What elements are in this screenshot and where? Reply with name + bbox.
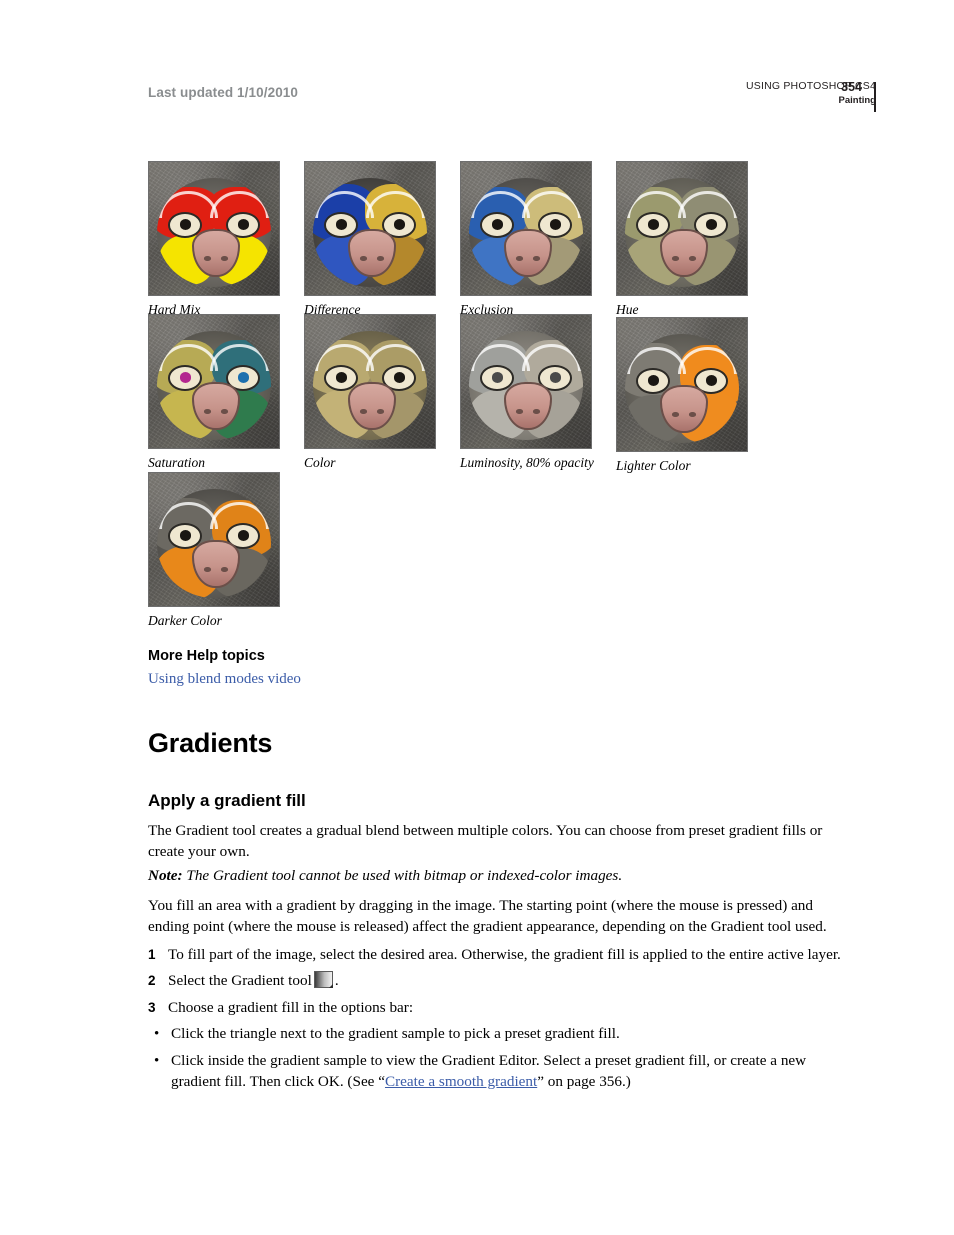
step-text-after: .	[334, 972, 339, 989]
figure-lighter-color: Lighter Color	[616, 317, 748, 474]
step-number: 1	[148, 947, 156, 962]
step-2: 2 Select the Gradient tool.	[148, 971, 842, 992]
note-paragraph: Note: The Gradient tool cannot be used w…	[148, 866, 842, 887]
figure-difference: Difference	[304, 161, 436, 318]
paragraph-2: You fill an area with a gradient by drag…	[148, 897, 827, 935]
figure-image	[304, 161, 436, 296]
section-heading-gradients: Gradients	[148, 728, 273, 758]
note-text: The Gradient tool cannot be used with bi…	[186, 867, 623, 884]
bullet-marker: •	[154, 1053, 160, 1069]
figure-image	[148, 314, 280, 449]
doc-section: Painting	[838, 95, 876, 106]
bullet-text: Click the triangle next to the gradient …	[171, 1025, 620, 1042]
figure-caption: Hue	[616, 302, 639, 317]
note-label: Note:	[148, 867, 183, 884]
step-number: 2	[148, 973, 156, 988]
subsection-heading-apply-gradient-fill: Apply a gradient fill	[148, 791, 306, 810]
figure-image	[148, 472, 280, 607]
cross-reference-link[interactable]: Create a smooth gradient	[385, 1073, 537, 1090]
figure-hard-mix: Hard Mix	[148, 161, 280, 318]
step-text-before: Select the Gradient tool	[168, 972, 312, 989]
figure-color: Color	[304, 314, 436, 471]
figure-caption: Luminosity, 80% opacity	[460, 455, 594, 470]
step-text: Choose a gradient fill in the options ba…	[168, 999, 414, 1016]
bullet-1: • Click the triangle next to the gradien…	[151, 1024, 845, 1045]
figure-image	[460, 161, 592, 296]
step-text: To fill part of the image, select the de…	[168, 946, 841, 963]
figure-saturation: Saturation	[148, 314, 280, 471]
more-help-topics-heading: More Help topics	[148, 648, 265, 664]
figure-darker-color: Darker Color	[148, 472, 280, 629]
figure-luminosity: Luminosity, 80% opacity	[460, 314, 594, 471]
figure-caption: Color	[304, 455, 336, 470]
figure-caption: Saturation	[148, 455, 206, 470]
figure-image	[460, 314, 592, 449]
figure-caption: Lighter Color	[616, 458, 691, 473]
step-number: 3	[148, 1000, 156, 1015]
document-page: Last updated 1/10/2010 USING PHOTOSHOP C…	[0, 0, 954, 1235]
bullet-marker: •	[154, 1026, 160, 1042]
figure-image	[304, 314, 436, 449]
bullet-text: Click inside the gradient sample to view…	[171, 1051, 843, 1092]
figure-image	[616, 161, 748, 296]
figure-caption: Darker Color	[148, 613, 222, 628]
bullet-text-after: ” on page 356.)	[537, 1072, 631, 1090]
figure-image	[616, 317, 748, 452]
figure-hue: Hue	[616, 161, 748, 318]
step-text: Select the Gradient tool.	[168, 971, 842, 992]
header-divider	[874, 82, 876, 112]
gradient-tool-icon	[313, 971, 333, 988]
step-3: 3 Choose a gradient fill in the options …	[148, 998, 842, 1019]
page-number: 354	[841, 80, 862, 94]
intro-paragraph: The Gradient tool creates a gradual blen…	[148, 822, 823, 860]
more-help-link[interactable]: Using blend modes video	[148, 671, 301, 688]
step-1: 1 To fill part of the image, select the …	[148, 945, 842, 966]
last-updated-text: Last updated 1/10/2010	[148, 85, 299, 100]
figure-image	[148, 161, 280, 296]
bullet-2: • Click inside the gradient sample to vi…	[151, 1051, 843, 1092]
header-doc-info: USING PHOTOSHOP CS4 Painting 354	[746, 80, 876, 112]
figure-exclusion: Exclusion	[460, 161, 592, 318]
page-header: Last updated 1/10/2010 USING PHOTOSHOP C…	[148, 80, 876, 120]
